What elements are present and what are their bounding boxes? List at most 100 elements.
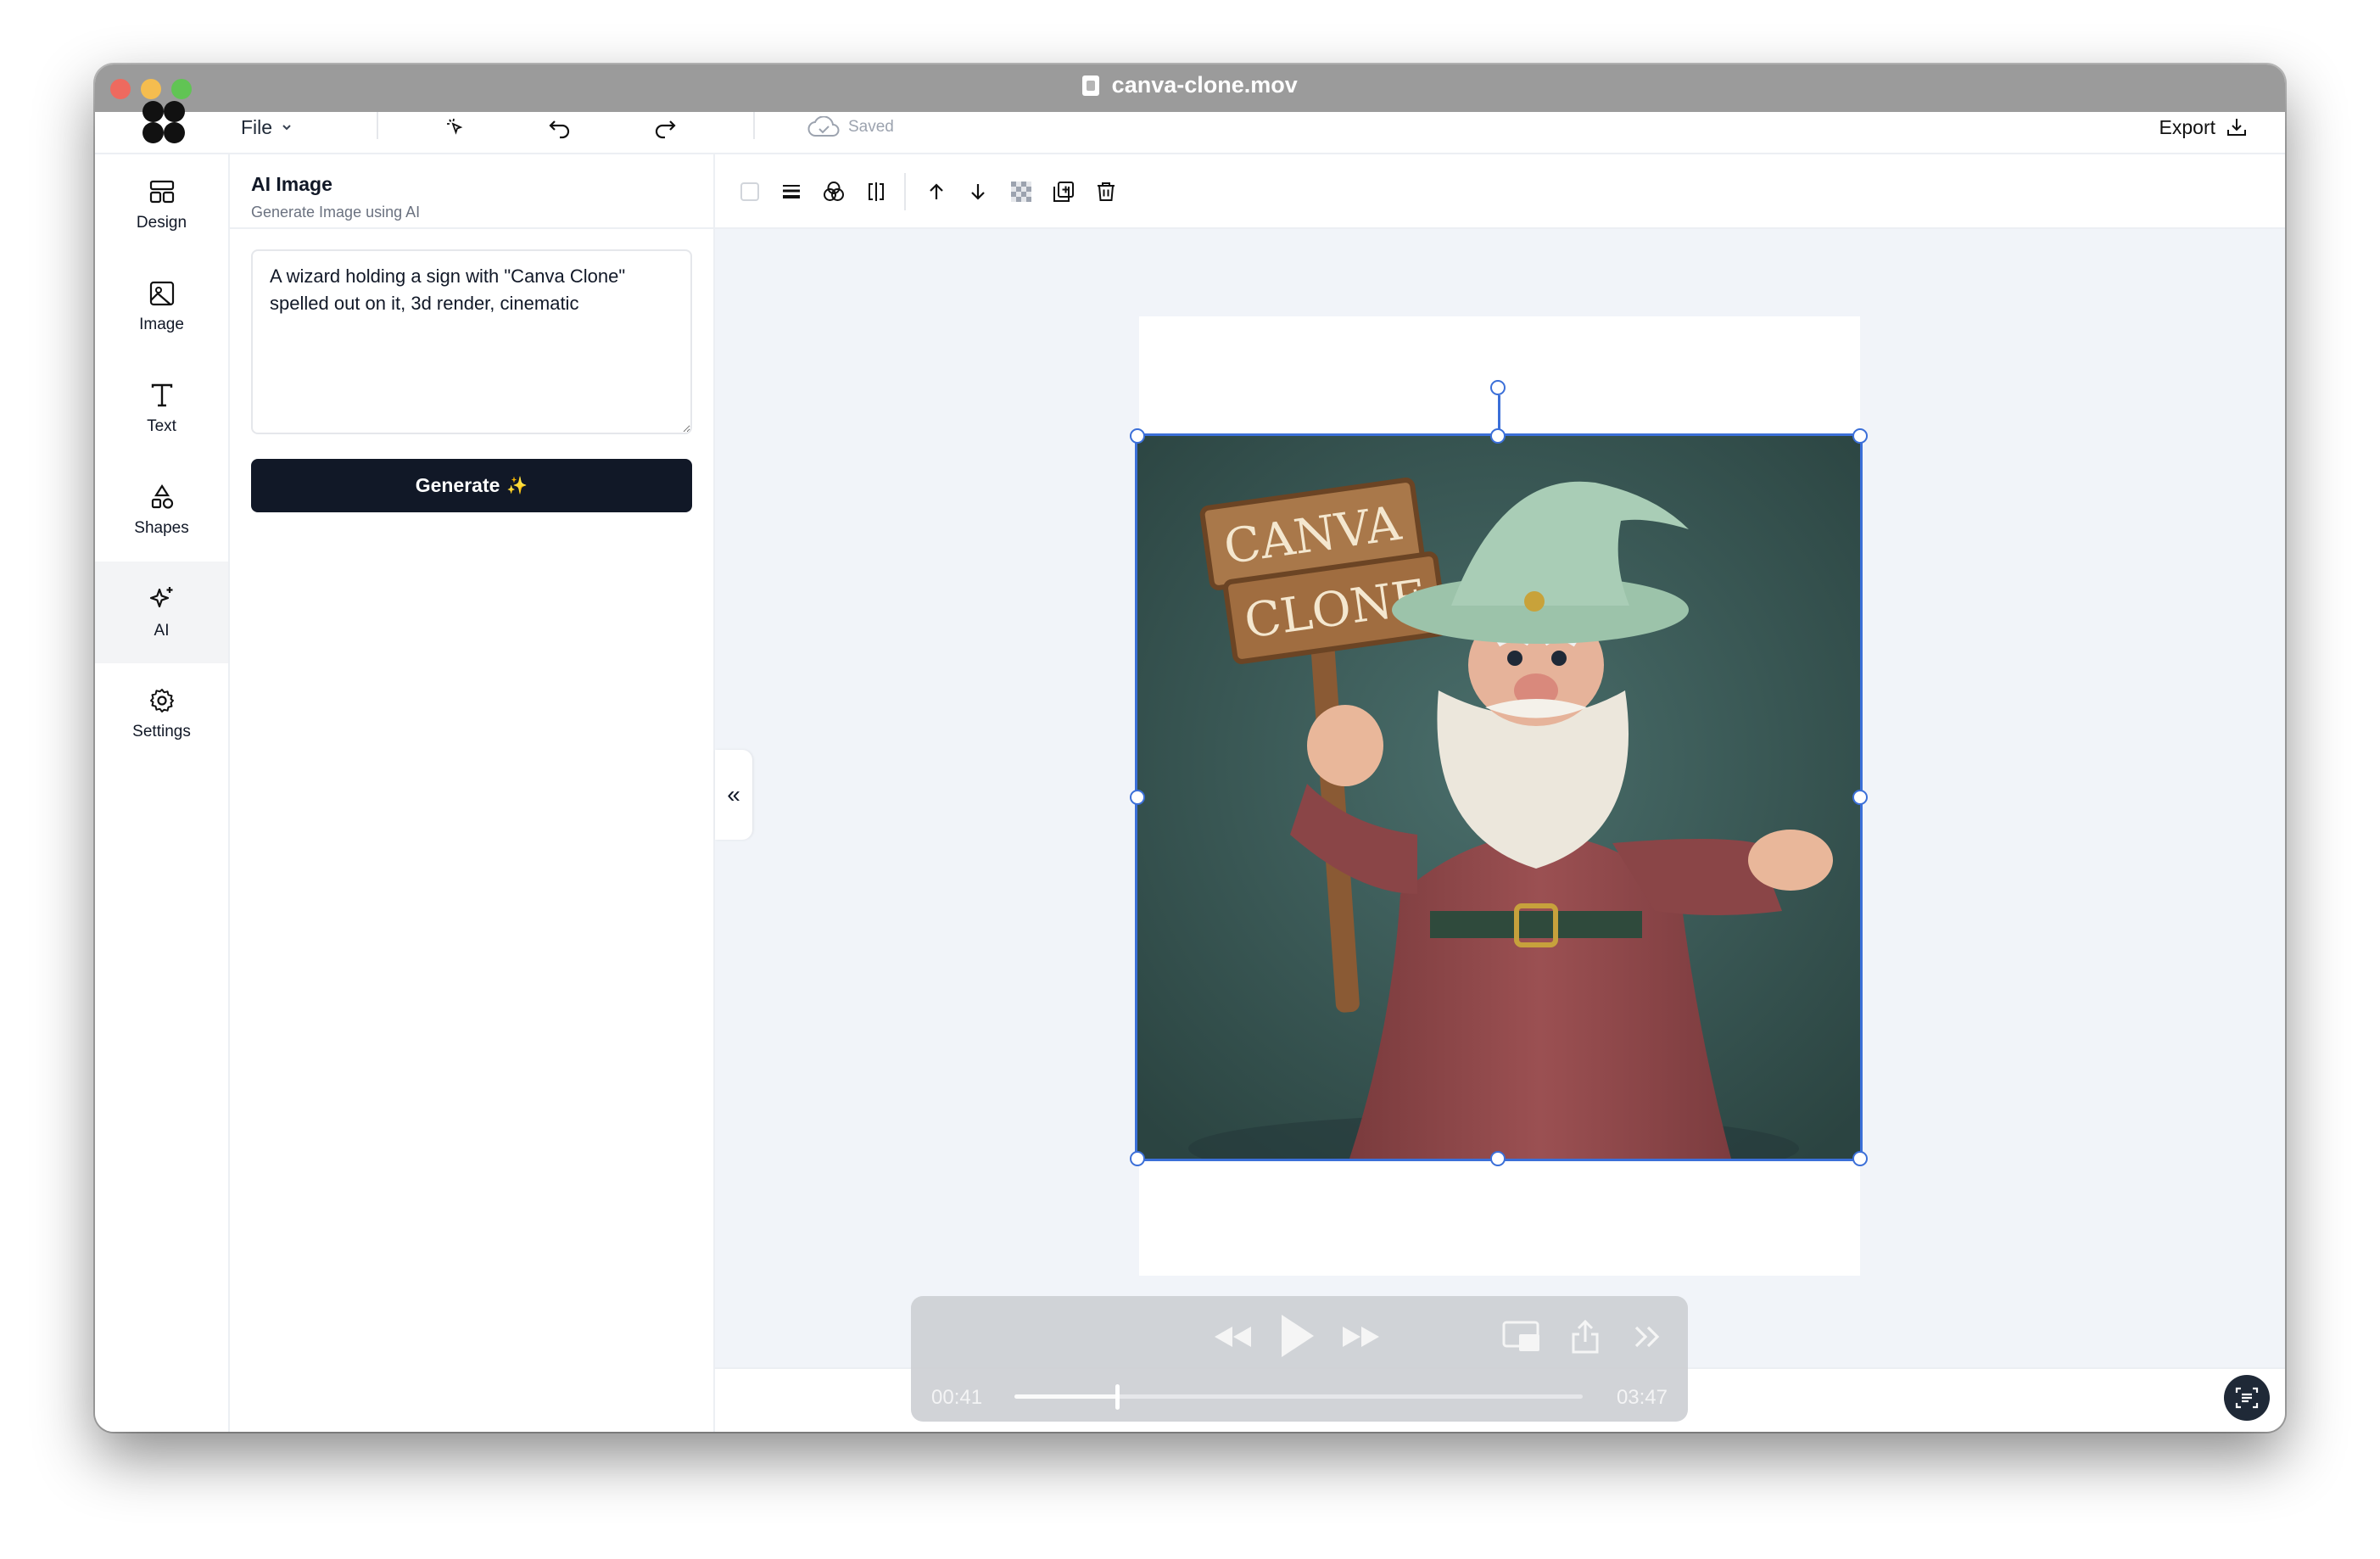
current-time: 00:41 xyxy=(931,1386,983,1409)
border-button[interactable] xyxy=(776,176,807,207)
element-toolbar xyxy=(715,154,2285,229)
resize-handle-bottom-right[interactable] xyxy=(1852,1151,1868,1166)
window-title: canva-clone.mov xyxy=(1111,72,1298,98)
file-menu-button[interactable]: File xyxy=(241,112,293,142)
arrow-up-icon xyxy=(930,183,943,199)
delete-button[interactable] xyxy=(1091,176,1121,207)
cursor-click-icon xyxy=(447,118,463,135)
chevron-down-icon xyxy=(282,125,291,131)
share-icon xyxy=(1572,1319,1599,1354)
double-chevron-right-icon xyxy=(1634,1326,1660,1348)
panel-subtitle: Generate Image using AI xyxy=(251,204,421,221)
collapse-panel-button[interactable]: « xyxy=(715,750,752,840)
sidebar-item-label: Settings xyxy=(132,723,191,740)
play-button[interactable] xyxy=(1271,1308,1322,1364)
resize-handle-top[interactable] xyxy=(1490,428,1506,444)
line-weight-icon xyxy=(783,185,800,198)
sidebar-item-image[interactable]: Image xyxy=(95,256,228,358)
generate-button[interactable]: Generate ✨ xyxy=(251,459,692,512)
flip-button[interactable] xyxy=(861,176,891,207)
sparkle-emoji: ✨ xyxy=(506,477,528,495)
undo-button[interactable] xyxy=(543,112,577,142)
header-divider xyxy=(377,112,378,139)
document-icon xyxy=(1082,75,1100,96)
sidebar-item-label: Text xyxy=(147,417,176,435)
sidebar-item-label: AI xyxy=(154,622,170,640)
fast-forward-icon xyxy=(1343,1327,1379,1347)
color-swatch-icon xyxy=(740,182,759,201)
copy-plus-icon xyxy=(1053,182,1074,202)
save-status: Saved xyxy=(807,112,894,142)
picture-in-picture-button[interactable] xyxy=(1500,1315,1544,1359)
image-icon xyxy=(149,281,174,306)
sidebar-item-text[interactable]: Text xyxy=(95,358,228,460)
file-menu-label: File xyxy=(241,115,273,138)
gear-icon xyxy=(149,689,174,712)
rewind-icon xyxy=(1215,1327,1251,1347)
scrub-knob[interactable] xyxy=(1115,1384,1120,1410)
rotate-handle[interactable] xyxy=(1490,380,1506,395)
resize-handle-top-left[interactable] xyxy=(1130,428,1145,444)
saved-label: Saved xyxy=(848,118,894,136)
resize-handle-bottom-left[interactable] xyxy=(1130,1151,1145,1166)
arrow-down-icon xyxy=(971,184,985,200)
window-title-wrap: canva-clone.mov xyxy=(95,72,2285,98)
header-divider xyxy=(753,112,755,139)
app-window: canva-clone.mov File Saved Export Design… xyxy=(95,64,2285,1432)
bring-forward-button[interactable] xyxy=(921,176,952,207)
sidebar-rail: Design Image Text Shapes AI Settings xyxy=(95,154,230,1432)
redo-icon xyxy=(655,120,676,139)
text-icon xyxy=(151,383,172,407)
duplicate-button[interactable] xyxy=(1048,176,1079,207)
share-button[interactable] xyxy=(1566,1313,1605,1361)
layout-icon xyxy=(149,180,174,204)
scan-text-icon xyxy=(2235,1387,2259,1409)
sidebar-item-label: Design xyxy=(136,214,187,232)
capture-button[interactable] xyxy=(2224,1375,2270,1421)
blend-button[interactable] xyxy=(818,176,849,207)
sidebar-item-design[interactable]: Design xyxy=(95,154,228,256)
toolbar-divider xyxy=(904,173,906,210)
shapes-icon xyxy=(151,483,173,509)
sidebar-item-settings[interactable]: Settings xyxy=(95,663,228,765)
sparkles-icon xyxy=(149,587,172,608)
scrub-bar[interactable] xyxy=(1014,1384,1583,1410)
resize-handle-right[interactable] xyxy=(1852,790,1868,805)
checkerboard-icon xyxy=(1011,182,1031,202)
wizard-image: CANVA CLONE xyxy=(1137,436,1860,1159)
rewind-button[interactable] xyxy=(1208,1315,1259,1359)
resize-handle-top-right[interactable] xyxy=(1852,428,1868,444)
generated-image[interactable]: CANVA CLONE xyxy=(1135,433,1863,1161)
total-time: 03:47 xyxy=(1616,1386,1668,1409)
video-player-controls: 00:41 03:47 xyxy=(911,1296,1688,1422)
app-logo xyxy=(142,100,186,144)
export-button[interactable]: Export xyxy=(2159,112,2248,142)
title-bar: canva-clone.mov xyxy=(95,64,2285,112)
panel-header: AI Image Generate Image using AI xyxy=(230,154,713,229)
resize-handle-left[interactable] xyxy=(1130,790,1145,805)
undo-icon xyxy=(549,120,570,139)
more-controls-button[interactable] xyxy=(1628,1316,1667,1357)
sidebar-item-ai[interactable]: AI xyxy=(95,562,228,663)
send-backward-button[interactable] xyxy=(963,176,993,207)
transparency-button[interactable] xyxy=(1006,176,1036,207)
trash-icon xyxy=(1098,182,1115,201)
prompt-textarea[interactable] xyxy=(251,249,692,434)
fast-forward-button[interactable] xyxy=(1335,1315,1386,1359)
sidebar-item-label: Shapes xyxy=(134,519,189,537)
sidebar-item-shapes[interactable]: Shapes xyxy=(95,460,228,562)
play-icon xyxy=(1282,1315,1314,1357)
sidebar-item-label: Image xyxy=(139,316,184,333)
scrub-progress xyxy=(1014,1394,1117,1399)
double-chevron-left-icon: « xyxy=(727,781,740,807)
generate-label: Generate xyxy=(415,474,500,496)
ai-image-panel: AI Image Generate Image using AI Generat… xyxy=(230,154,715,1432)
redo-button[interactable] xyxy=(648,112,682,142)
flip-horizontal-icon xyxy=(869,182,884,201)
resize-handle-bottom[interactable] xyxy=(1490,1151,1506,1166)
fill-color-button[interactable] xyxy=(735,176,765,207)
select-cursor-button[interactable] xyxy=(439,112,472,142)
cloud-check-icon xyxy=(807,116,840,137)
panel-title: AI Image xyxy=(251,173,332,195)
export-label: Export xyxy=(2159,115,2215,138)
